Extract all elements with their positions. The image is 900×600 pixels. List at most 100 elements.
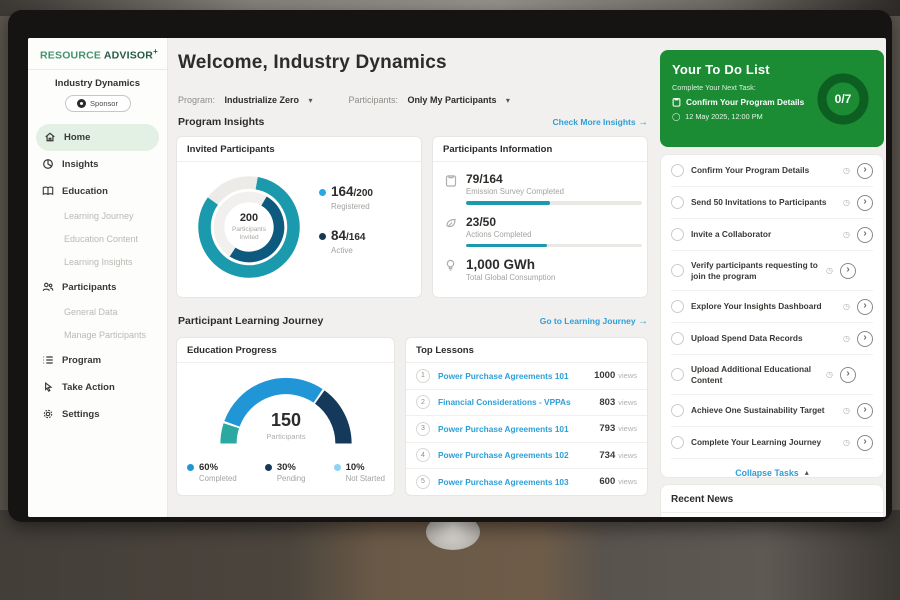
sidebar-item-settings[interactable]: Settings [28, 401, 167, 428]
rank-badge: 4 [416, 448, 430, 462]
task-checkbox[interactable] [671, 264, 684, 277]
legend-not-started: 10%Not Started [334, 462, 385, 483]
task-row: Send 50 Invitations to Participants ◷ › [671, 187, 873, 219]
task-checkbox[interactable] [671, 404, 684, 417]
take-action-icon [42, 381, 54, 393]
task-open-button[interactable]: › [857, 299, 873, 315]
org-name: Industry Dynamics [28, 78, 167, 89]
arrow-right-icon: → [638, 316, 648, 327]
todo-tasks-card: Confirm Your Program Details ◷ › Send 50… [660, 154, 884, 478]
lesson-link[interactable]: Power Purchase Agreements 102 [438, 450, 599, 460]
brand-logo[interactable]: RESOURCE ADVISOR+ [28, 38, 167, 70]
insights-icon [42, 158, 54, 170]
task-row: Achieve One Sustainability Target ◷ › [671, 395, 873, 427]
legend-pending: 30%Pending [265, 462, 306, 483]
task-checkbox[interactable] [671, 332, 684, 345]
education-icon [42, 185, 54, 197]
collapse-tasks-link[interactable]: Collapse Tasks ▴ [671, 459, 873, 486]
sidebar-menu: Home Insights Education Learning Journey… [28, 124, 167, 428]
task-checkbox[interactable] [671, 300, 684, 313]
clock-icon: ◷ [843, 230, 850, 239]
task-checkbox[interactable] [671, 164, 684, 177]
task-row: Confirm Your Program Details ◷ › [671, 155, 873, 187]
task-open-button[interactable]: › [857, 195, 873, 211]
go-to-learning-journey-link[interactable]: Go to Learning Journey → [540, 316, 648, 327]
clock-icon: ◷ [843, 302, 850, 311]
sidebar-item-learning-insights[interactable]: Learning Insights [28, 251, 167, 274]
task-open-button[interactable]: › [857, 435, 873, 451]
sponsor-icon [77, 99, 86, 108]
program-filter[interactable]: Program: Industrialize Zero ▾ [178, 90, 312, 108]
stat-actions-completed: 23/50 Actions Completed [433, 205, 647, 248]
clock-icon: ◷ [826, 370, 833, 379]
dashboard-screen: RESOURCE ADVISOR+ Industry Dynamics Spon… [28, 38, 886, 517]
sidebar-item-general-data[interactable]: General Data [28, 301, 167, 324]
sponsor-label: Sponsor [90, 99, 118, 108]
arrow-right-icon: → [638, 117, 648, 128]
recent-news-card: Recent News [660, 484, 884, 517]
sidebar-item-insights[interactable]: Insights [28, 151, 167, 178]
legend-dot-registered [319, 189, 326, 196]
clock-icon: ◷ [843, 406, 850, 415]
lesson-link[interactable]: Financial Considerations - VPPAs [438, 397, 599, 407]
recent-news-title: Recent News [661, 485, 883, 513]
section-title: Participant Learning Journey [178, 315, 323, 327]
lesson-row: 2 Financial Considerations - VPPAs 803 v… [406, 390, 647, 417]
task-open-button[interactable]: › [857, 403, 873, 419]
sidebar-item-manage-participants[interactable]: Manage Participants [28, 324, 167, 347]
chevron-down-icon: ▾ [506, 96, 510, 105]
todo-progress-value: 0/7 [814, 70, 872, 128]
task-row: Explore Your Insights Dashboard ◷ › [671, 291, 873, 323]
rank-badge: 5 [416, 475, 430, 489]
gauge-center: 150 Participants [211, 410, 361, 441]
lesson-row: 3 Power Purchase Agreements 101 793 view… [406, 416, 647, 443]
sidebar-item-participants[interactable]: Participants [28, 274, 167, 301]
sidebar-item-education[interactable]: Education [28, 178, 167, 205]
lesson-link[interactable]: Power Purchase Agreements 101 [438, 371, 594, 381]
learning-journey-header: Participant Learning Journey Go to Learn… [178, 315, 648, 327]
participants-icon [42, 281, 54, 293]
clock-icon: ◷ [843, 198, 850, 207]
section-title: Program Insights [178, 116, 264, 128]
task-row: Verify participants requesting to join t… [671, 251, 873, 291]
gauge-legend: 60%Completed 30%Pending 10%Not Started [187, 462, 385, 483]
card-title: Education Progress [177, 338, 394, 363]
settings-icon [42, 408, 54, 420]
legend-dot-pending [265, 464, 272, 471]
sidebar-item-education-content[interactable]: Education Content [28, 228, 167, 251]
task-row: Complete Your Learning Journey ◷ › [671, 427, 873, 459]
clipboard-icon [445, 172, 458, 205]
education-progress-card: Education Progress 150 Participants 60%C… [176, 337, 395, 496]
sidebar-item-home[interactable]: Home [36, 124, 159, 151]
task-checkbox[interactable] [671, 436, 684, 449]
task-open-button[interactable]: › [857, 163, 873, 179]
legend-registered: 164/200 Registered [319, 183, 373, 211]
task-open-button[interactable]: › [840, 367, 856, 383]
lesson-link[interactable]: Power Purchase Agreements 101 [438, 424, 599, 434]
legend-dot-active [319, 233, 326, 240]
participants-filter[interactable]: Participants: Only My Participants ▾ [348, 90, 509, 108]
task-checkbox[interactable] [671, 368, 684, 381]
donut-center: 200 Participants Invited [191, 169, 307, 285]
legend-completed: 60%Completed [187, 462, 237, 483]
task-open-button[interactable]: › [857, 227, 873, 243]
legend-active: 84/164 Active [319, 227, 373, 255]
check-more-insights-link[interactable]: Check More Insights → [552, 117, 648, 128]
task-checkbox[interactable] [671, 196, 684, 209]
task-checkbox[interactable] [671, 228, 684, 241]
sidebar-item-take-action[interactable]: Take Action [28, 374, 167, 401]
task-open-button[interactable]: › [857, 331, 873, 347]
chevron-down-icon: ▾ [308, 96, 312, 105]
sidebar-item-learning-journey[interactable]: Learning Journey [28, 205, 167, 228]
clock-icon: ◷ [843, 334, 850, 343]
emission-progress-bar [466, 201, 642, 205]
rank-badge: 3 [416, 422, 430, 436]
lesson-link[interactable]: Power Purchase Agreements 103 [438, 477, 599, 487]
stat-emission-survey: 79/164 Emission Survey Completed [433, 162, 647, 205]
sidebar-item-program[interactable]: Program [28, 347, 167, 374]
monitor-bezel: RESOURCE ADVISOR+ Industry Dynamics Spon… [8, 10, 892, 522]
education-gauge-chart: 150 Participants [211, 368, 361, 454]
home-icon [44, 131, 56, 143]
photo-background: RESOURCE ADVISOR+ Industry Dynamics Spon… [0, 0, 900, 600]
task-open-button[interactable]: › [840, 263, 856, 279]
